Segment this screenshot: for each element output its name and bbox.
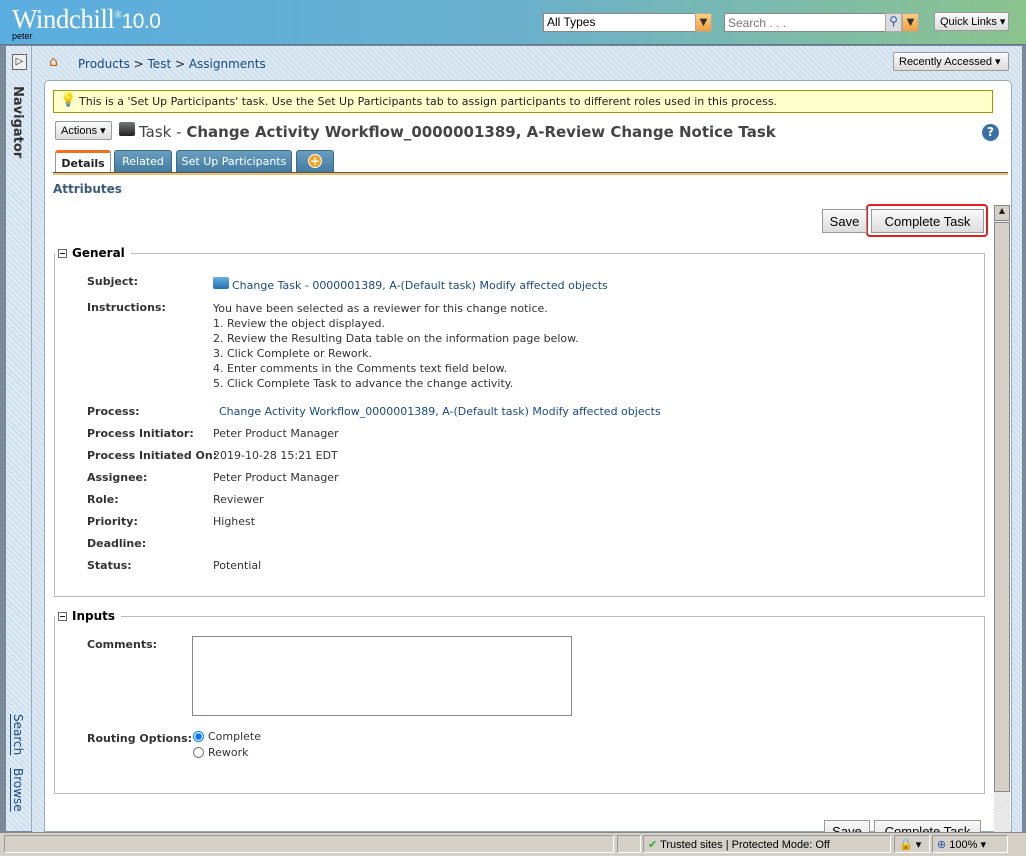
scroll-thumb[interactable] [994,222,1010,792]
comments-textarea[interactable] [192,636,572,716]
priority-label: Priority: [87,515,138,528]
browse-link[interactable]: Browse [11,768,25,812]
assignee-label: Assignee: [87,471,148,484]
navigator-label[interactable]: Navigator [10,86,25,158]
actions-label: Actions [61,125,98,137]
quick-links-button[interactable]: Quick Links ▾ [934,12,1009,31]
task-icon [119,122,135,136]
title-name: Change Activity Workflow_0000001389, A-R… [186,123,776,141]
general-legend[interactable]: − General [55,246,131,260]
breadcrumb-assignments[interactable]: Assignments [189,57,266,71]
tab-set-up-participants[interactable]: Set Up Participants [176,150,292,173]
inputs-legend[interactable]: − Inputs [55,609,121,623]
inputs-title: Inputs [72,609,116,623]
instruction-line: 4. Enter comments in the Comments text f… [213,362,508,375]
add-tab-button[interactable]: + [296,150,334,173]
status-cell [617,835,641,853]
assignee-value: Peter Product Manager [213,471,339,484]
rework-label: Rework [208,746,249,759]
zoom-button[interactable]: ⊕ 100% ▾ [932,835,1008,853]
instruction-line: You have been selected as a reviewer for… [213,302,548,315]
status-value: Potential [213,559,262,572]
instruction-line: 5. Click Complete Task to advance the ch… [213,377,514,390]
collapse-icon[interactable]: − [58,249,67,258]
initiated-on-label: Process Initiated On: [87,449,218,462]
scroll-up-icon[interactable]: ▲ [994,205,1010,221]
initiator-value: Peter Product Manager [213,427,339,440]
zoom-level: 100% [949,839,978,851]
recently-accessed-button[interactable]: Recently Accessed ▾ [893,52,1009,71]
process-link[interactable]: Change Activity Workflow_0000001389, A-(… [219,405,661,418]
type-select[interactable]: All Types [543,13,696,32]
add-icon: + [308,154,322,168]
priority-value: Highest [213,515,256,528]
protected-mode-button[interactable]: 🔒 ▾ [894,835,930,853]
logo-text: Windchill [12,4,115,34]
expand-navigator-icon[interactable]: ▷ [12,54,27,70]
help-icon[interactable]: ? [982,124,999,141]
user-name: peter [12,31,33,41]
general-title: General [72,246,125,260]
initiator-label: Process Initiator: [87,427,194,440]
collapse-icon[interactable]: − [58,612,67,621]
complete-task-button[interactable]: Complete Task [871,209,984,233]
status-cell [4,835,614,853]
chevron-down-icon[interactable]: ▼ [902,13,919,32]
scrollbar[interactable]: ▲ [994,205,1010,832]
lock-icon: 🔒 [899,839,913,851]
complete-label: Complete [208,730,262,743]
initiated-on-value: 2019-10-28 15:21 EDT [213,449,338,462]
zoom-icon: ⊕ [937,839,947,851]
search-icon[interactable]: ⚲ [885,13,902,32]
breadcrumb-products[interactable]: Products [78,57,130,71]
page-title: Task - Change Activity Workflow_00000013… [139,123,776,141]
routing-rework[interactable]: Rework [193,746,249,759]
banner-text: This is a 'Set Up Participants' task. Us… [79,95,778,108]
complete-radio[interactable] [193,731,204,742]
search-input[interactable] [724,13,886,32]
tab-details[interactable]: Details [55,150,111,173]
subject-link[interactable]: Change Task - 0000001389, A-(Default tas… [232,279,608,292]
rework-radio[interactable] [193,747,204,758]
breadcrumb-test[interactable]: Test [148,57,172,71]
info-banner: 💡 This is a 'Set Up Participants' task. U… [53,90,993,113]
instructions-label: Instructions: [87,301,166,314]
chevron-down-icon[interactable]: ▼ [695,13,712,32]
routing-complete[interactable]: Complete [193,730,261,743]
logo-version: 10.0 [121,10,161,33]
recently-accessed-label: Recently Accessed [899,56,992,68]
home-icon[interactable]: ⌂ [49,54,58,70]
windchill-logo: Windchill®10.0 [12,4,161,34]
routing-options-label: Routing Options: [87,732,193,745]
tab-divider [53,172,1008,175]
instruction-line: 1. Review the object displayed. [213,317,385,330]
general-section: − General [54,246,985,597]
title-prefix: Task - [139,123,187,141]
search-link[interactable]: Search [11,714,25,755]
deadline-label: Deadline: [87,537,147,550]
check-icon: ✔ [648,839,658,851]
comments-label: Comments: [87,638,158,651]
role-label: Role: [87,493,119,506]
process-label: Process: [87,405,140,418]
instructions-value: You have been selected as a reviewer for… [213,301,579,391]
subject-label: Subject: [87,275,139,288]
role-value: Reviewer [213,493,264,506]
instruction-line: 3. Click Complete or Rework. [213,347,372,360]
status-label: Status: [87,559,132,572]
breadcrumb: Products > Test > Assignments [78,57,266,71]
instruction-line: 2. Review the Resulting Data table on th… [213,332,579,345]
change-task-icon [213,277,229,289]
lightbulb-icon: 💡 [60,93,77,108]
save-button[interactable]: Save [822,209,867,233]
actions-button[interactable]: Actions ▾ [55,121,112,140]
zone-text: Trusted sites | Protected Mode: Off [660,839,830,851]
tab-related[interactable]: Related [114,150,172,173]
attributes-heading: Attributes [53,182,122,196]
quick-links-label: Quick Links [940,16,997,28]
security-zone[interactable]: ✔ Trusted sites | Protected Mode: Off [643,835,891,853]
